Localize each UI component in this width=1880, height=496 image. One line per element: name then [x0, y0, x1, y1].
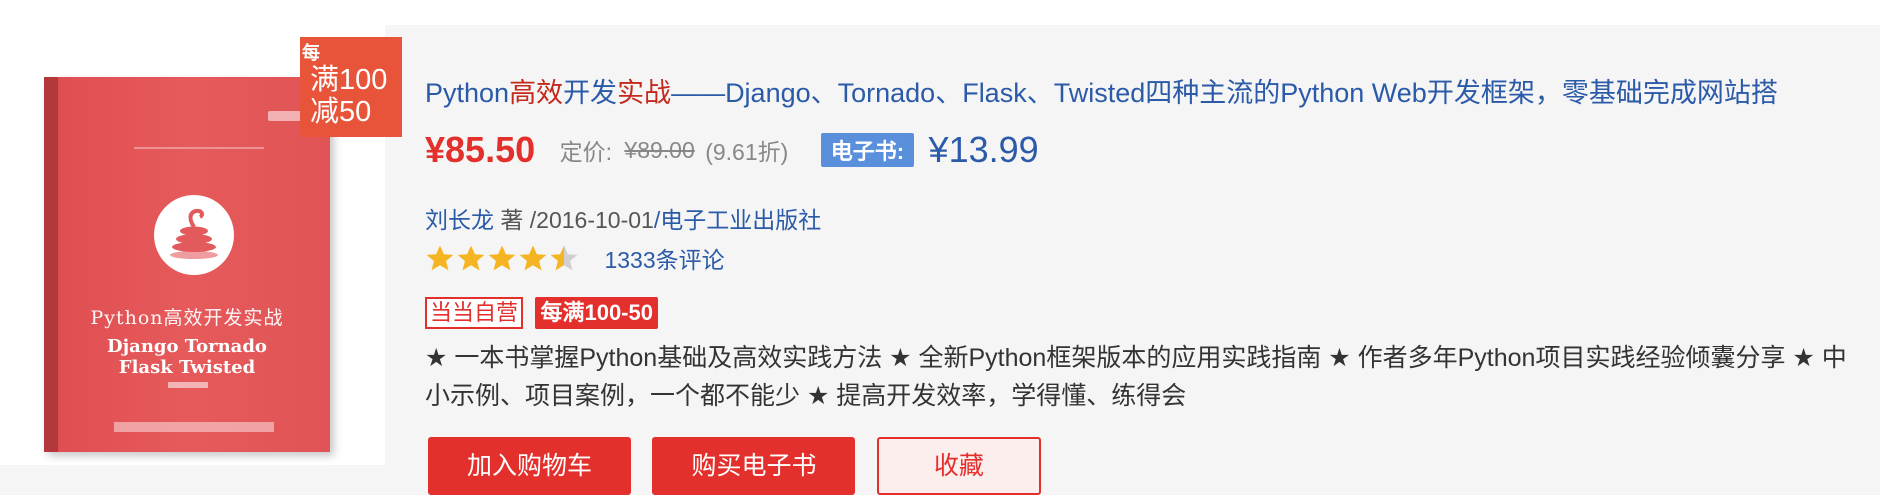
product-card: Python高效开发实战 Django Tornado Flask Twiste… [0, 25, 1880, 495]
title-part-5: ——Django、Tornado、Flask、Twisted四种主流的Pytho… [671, 78, 1778, 108]
author-link[interactable]: 刘长龙 [425, 207, 494, 233]
price-row: ¥85.50 定价: ¥89.00 (9.61折) 电子书: ¥13.99 [425, 129, 1039, 171]
ebook-price[interactable]: ¥13.99 [929, 129, 1039, 171]
review-count-link[interactable]: 1333条评论 [604, 241, 724, 275]
cover-decor-line [134, 147, 264, 149]
publisher-link[interactable]: /电子工业出版社 [654, 207, 821, 233]
title-part-3: 开发 [563, 78, 618, 108]
promo-corner-tag: 每 满100 减50 [300, 37, 402, 137]
cover-title: Python高效开发实战 Django Tornado Flask Twiste… [68, 303, 306, 378]
list-price: ¥89.00 [624, 136, 695, 163]
title-highlight-1: 高效 [509, 78, 564, 108]
author-role: 著 [494, 207, 530, 233]
star-icon [550, 245, 578, 271]
cover-title-cn: Python高效开发实战 [90, 307, 284, 329]
cover-spine [44, 77, 58, 452]
product-description: ★ 一本书掌握Python基础及高效实践方法 ★ 全新Python框架版本的应用… [425, 344, 1847, 410]
star-icon [457, 245, 485, 271]
badge-row: 当当自营 每满100-50 [425, 297, 658, 329]
star-icon [519, 245, 547, 271]
promo-tag-prefix: 每 [302, 43, 320, 63]
buy-ebook-button[interactable]: 购买电子书 [652, 437, 856, 495]
action-buttons: 加入购物车 购买电子书 收藏 [428, 437, 1058, 495]
cover-title-en-2: Flask Twisted [118, 357, 256, 378]
star-icon [426, 245, 454, 271]
snake-logo-icon [154, 195, 234, 275]
promotion-badge[interactable]: 每满100-50 [535, 297, 658, 329]
current-price: ¥85.50 [425, 129, 536, 170]
discount-rate: (9.61折) [705, 139, 789, 165]
book-meta: 刘长龙 著 /2016-10-01/电子工业出版社 [425, 201, 821, 235]
rating-row: 1333条评论 [425, 241, 725, 281]
book-cover-image[interactable]: Python高效开发实战 Django Tornado Flask Twiste… [44, 77, 330, 452]
title-highlight-2: 实战 [617, 78, 672, 108]
list-price-label: 定价: [559, 139, 612, 165]
rating-stars [425, 244, 580, 272]
product-title-link[interactable]: Python高效开发实战——Django、Tornado、Flask、Twist… [425, 71, 1870, 110]
pub-date: /2016-10-01 [529, 207, 654, 233]
favorite-button[interactable]: 收藏 [876, 437, 1041, 495]
self-operated-badge: 当当自营 [425, 297, 524, 329]
cover-footer-logos [114, 422, 274, 432]
promo-tag-line2: 减50 [310, 96, 372, 128]
star-icon [488, 245, 516, 271]
title-part-1: Python [425, 78, 510, 108]
cover-title-en-1: Django Tornado [107, 336, 267, 357]
add-to-cart-button[interactable]: 加入购物车 [428, 437, 631, 495]
cover-author-mark [168, 382, 208, 388]
ebook-label[interactable]: 电子书: [820, 133, 915, 167]
promo-tag-line1: 满100 [310, 64, 388, 96]
